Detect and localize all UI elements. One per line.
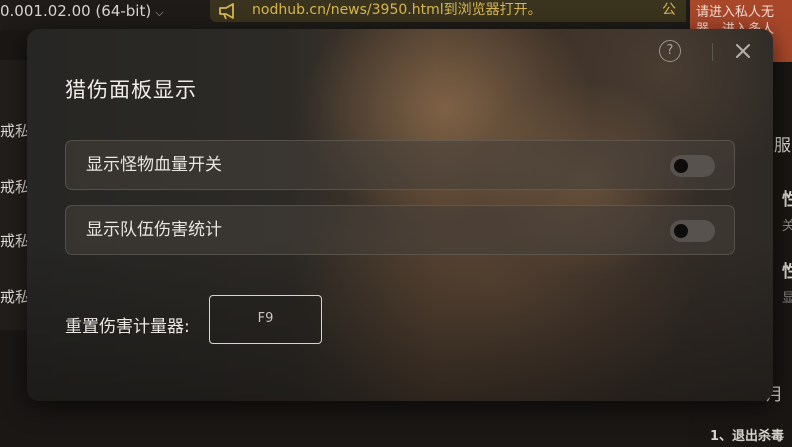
- right-heading: 服: [774, 136, 791, 156]
- toggle-knob: [674, 224, 688, 238]
- notice-line: 请进入私人无: [696, 5, 775, 20]
- toggle-row-team-damage: 显示队伍伤害统计: [65, 205, 735, 255]
- list-item[interactable]: 戒私: [0, 120, 28, 141]
- megaphone-icon: [219, 3, 234, 20]
- right-item: 关: [782, 219, 792, 234]
- left-list: 戒私 戒私 戒私 戒私: [0, 60, 28, 330]
- toggle-label: 显示队伍伤害统计: [86, 220, 222, 240]
- toggle-row-monster-hp: 显示怪物血量开关: [65, 140, 735, 190]
- announcement-bar[interactable]: nodhub.cn/news/3950.html到浏览器打开。 公: [210, 0, 686, 22]
- toggle-label: 显示怪物血量开关: [86, 155, 222, 175]
- announcement-tail: 公: [662, 2, 676, 18]
- right-item: 显: [782, 291, 792, 306]
- version-text: 0.001.02.00 (64-bit): [0, 2, 152, 20]
- top-bar: 0.001.02.00 (64-bit) ⌵ nodhub.cn/news/395…: [0, 0, 792, 30]
- list-item[interactable]: 戒私: [0, 176, 28, 197]
- divider: [712, 43, 713, 61]
- right-item: 性: [782, 190, 792, 210]
- team-damage-toggle[interactable]: [670, 220, 715, 242]
- close-icon[interactable]: [733, 41, 753, 61]
- damage-panel-dialog: 猎伤面板显示 ? 显示怪物血量开关 显示队伍伤害统计 重置伤害计量器: F9: [27, 29, 773, 401]
- hotkey-input[interactable]: F9: [209, 295, 322, 344]
- help-circle-icon[interactable]: ?: [659, 40, 681, 62]
- monster-hp-toggle[interactable]: [670, 155, 715, 177]
- toggle-knob: [674, 159, 688, 173]
- right-footer: 1、退出杀毒: [710, 429, 785, 444]
- dialog-title: 猎伤面板显示: [65, 78, 197, 102]
- version-selector[interactable]: 0.001.02.00 (64-bit) ⌵: [0, 0, 164, 22]
- hotkey-label: 重置伤害计量器:: [65, 317, 190, 337]
- list-item[interactable]: 戒私: [0, 286, 28, 307]
- right-item: 性: [782, 262, 792, 282]
- list-item[interactable]: 戒私: [0, 230, 28, 251]
- chevron-down-icon: ⌵: [155, 6, 164, 19]
- announcement-text: nodhub.cn/news/3950.html到浏览器打开。: [252, 2, 542, 18]
